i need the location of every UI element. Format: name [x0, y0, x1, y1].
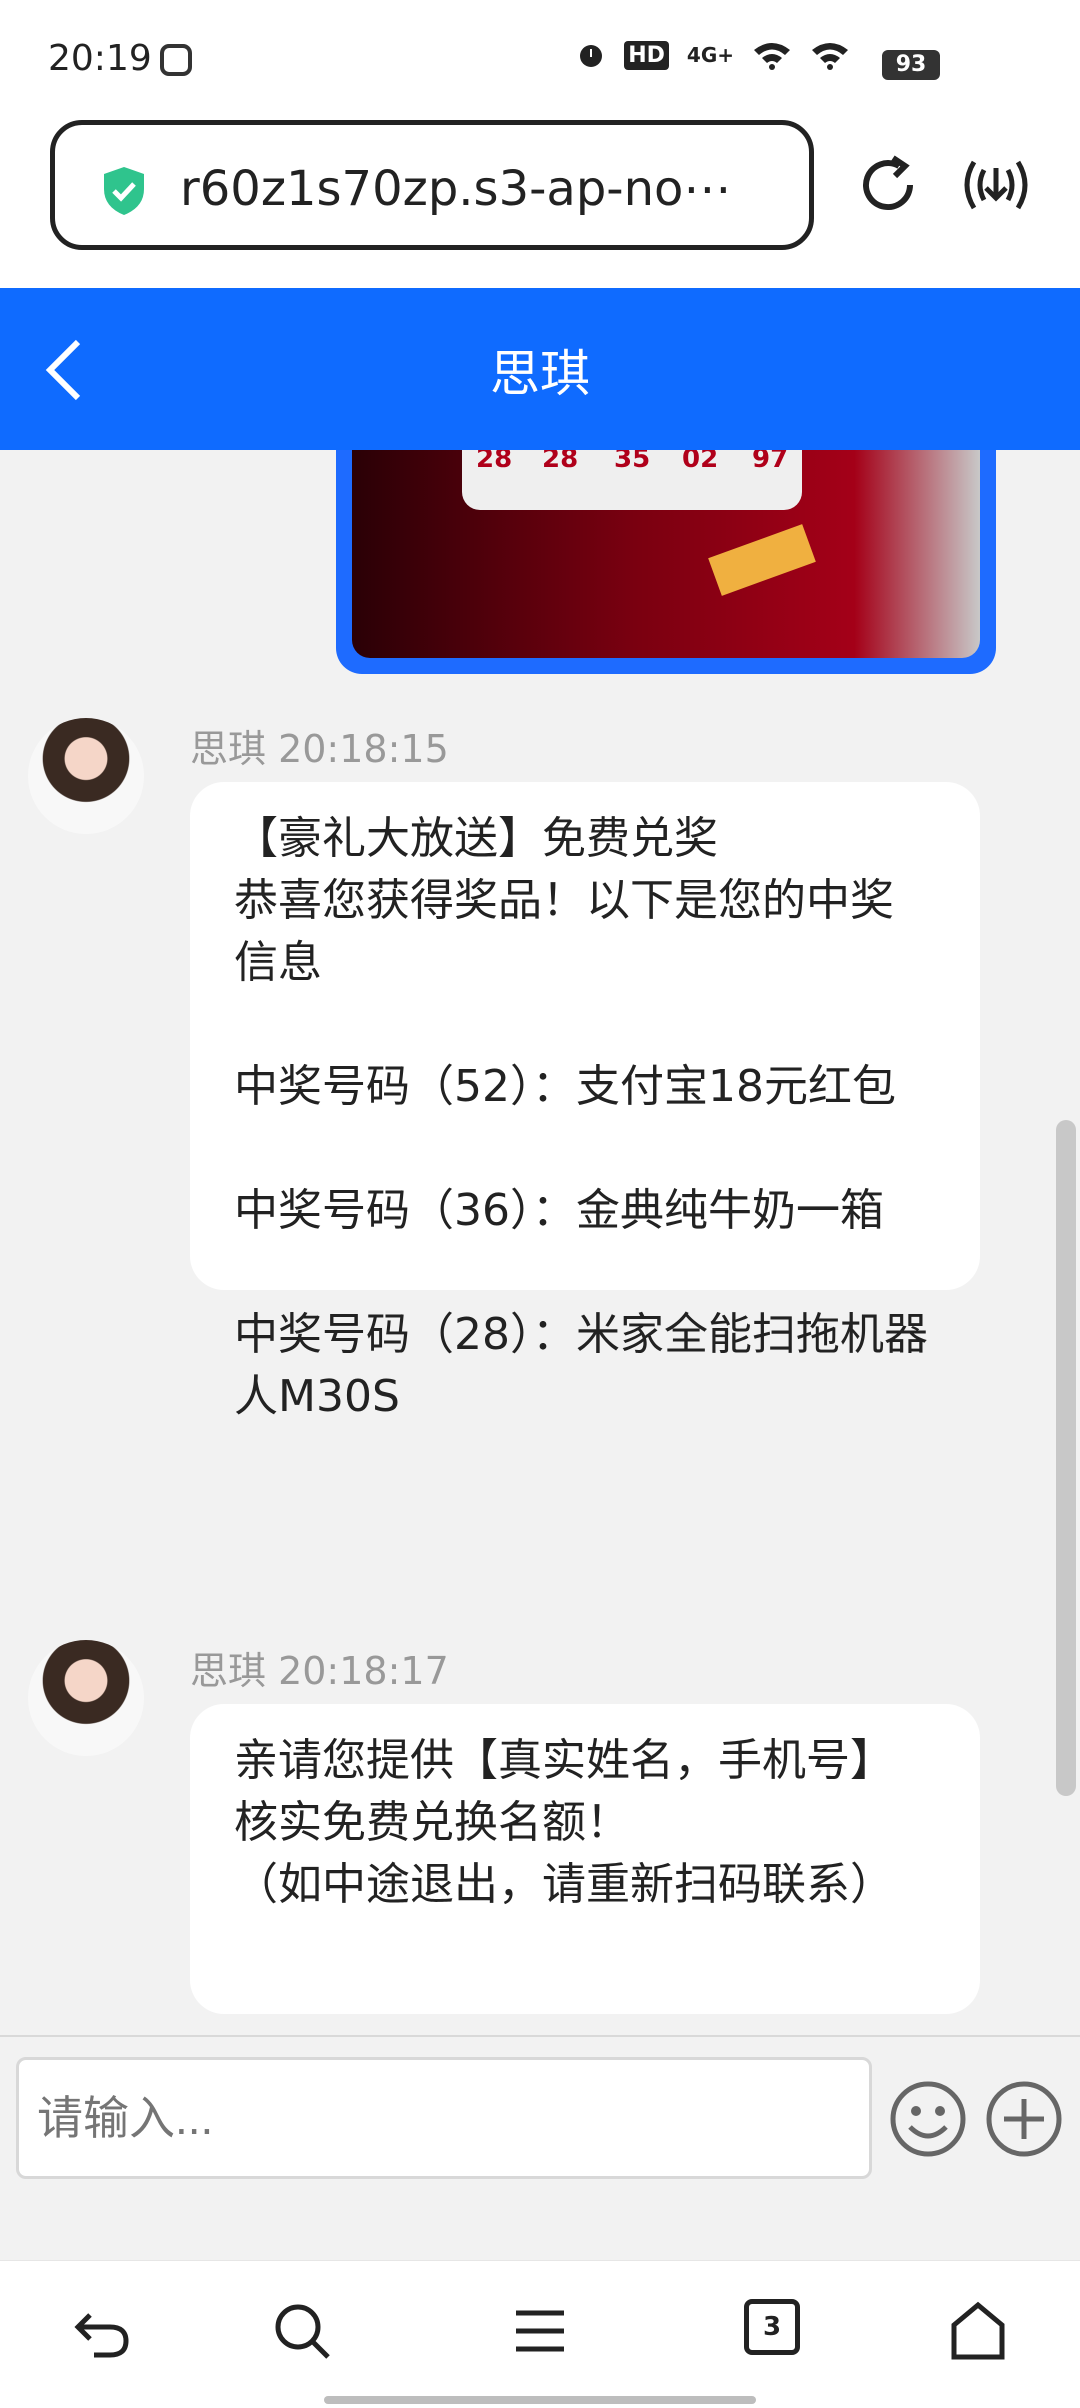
emoji-icon[interactable] [888, 2079, 968, 2159]
reload-icon[interactable] [855, 152, 921, 218]
message-meta: 思琪 20:18:15 [190, 727, 449, 771]
prize-number: 97 [752, 450, 789, 474]
message-input[interactable] [16, 2057, 872, 2179]
image-message-photo[interactable]: 28 28 35 02 97 [352, 450, 980, 658]
url-text: r60z1s70zp.s3-ap-no⋯ [180, 161, 732, 217]
input-bar [0, 2035, 1080, 2260]
home-icon[interactable] [946, 2299, 1010, 2363]
tabs-button[interactable]: 3 [744, 2299, 800, 2355]
status-icons: HD 4G+ [576, 40, 850, 70]
avatar[interactable] [28, 718, 144, 834]
image-message[interactable]: 28 28 35 02 97 [336, 450, 996, 674]
browser-toolbar: r60z1s70zp.s3-ap-no⋯ [0, 120, 1080, 288]
wifi-icon [754, 43, 790, 70]
search-icon[interactable] [270, 2299, 334, 2363]
hd-icon: HD [624, 40, 669, 70]
prize-number: 28 [542, 450, 579, 474]
plus-icon[interactable] [984, 2079, 1064, 2159]
download-broadcast-icon[interactable] [958, 152, 1034, 218]
ticket-graphic [708, 524, 816, 596]
signal-icon: 4G+ [686, 43, 734, 67]
gesture-bar[interactable] [324, 2396, 756, 2404]
avatar[interactable] [28, 1640, 144, 1756]
chat-title: 思琪 [490, 345, 590, 403]
alarm-icon [580, 45, 603, 67]
prize-number: 02 [682, 450, 719, 474]
scrollbar[interactable] [1056, 1120, 1076, 1796]
screen-record-icon [160, 44, 192, 76]
secure-shield-icon [104, 167, 144, 215]
chat-area[interactable]: 28 28 35 02 97 思琪 20:18:15 【豪礼大放送】免费兑奖 恭… [0, 450, 1080, 2035]
status-bar: 20:19 HD 4G+ 93 [0, 0, 1080, 120]
message-bubble[interactable]: 【豪礼大放送】免费兑奖 恭喜您获得奖品！以下是您的中奖信息 中奖号码（52）：支… [190, 782, 980, 1422]
browser-nav: 3 [0, 2260, 1080, 2408]
prize-card: 28 28 35 02 97 [462, 450, 802, 510]
status-time: 20:19 [48, 38, 152, 79]
prize-number: 28 [476, 450, 513, 474]
message-text: 【豪礼大放送】免费兑奖 恭喜您获得奖品！以下是您的中奖信息 中奖号码（52）：支… [234, 813, 928, 1422]
wifi-icon-2 [812, 43, 848, 70]
tabs-count: 3 [762, 2312, 782, 2342]
message-text: 亲请您提供【真实姓名，手机号】核实免费兑换名额！ （如中途退出，请重新扫码联系） [234, 1735, 894, 1910]
message-meta: 思琪 20:18:17 [190, 1649, 449, 1693]
message-bubble[interactable]: 亲请您提供【真实姓名，手机号】核实免费兑换名额！ （如中途退出，请重新扫码联系） [190, 1704, 980, 2014]
chat-header: 思琪 [0, 288, 1080, 450]
url-bar[interactable]: r60z1s70zp.s3-ap-no⋯ [50, 120, 814, 250]
prize-number: 35 [614, 450, 651, 474]
battery-icon: 93 [882, 50, 940, 80]
back-nav-icon[interactable] [70, 2299, 134, 2363]
menu-icon[interactable] [508, 2299, 572, 2363]
